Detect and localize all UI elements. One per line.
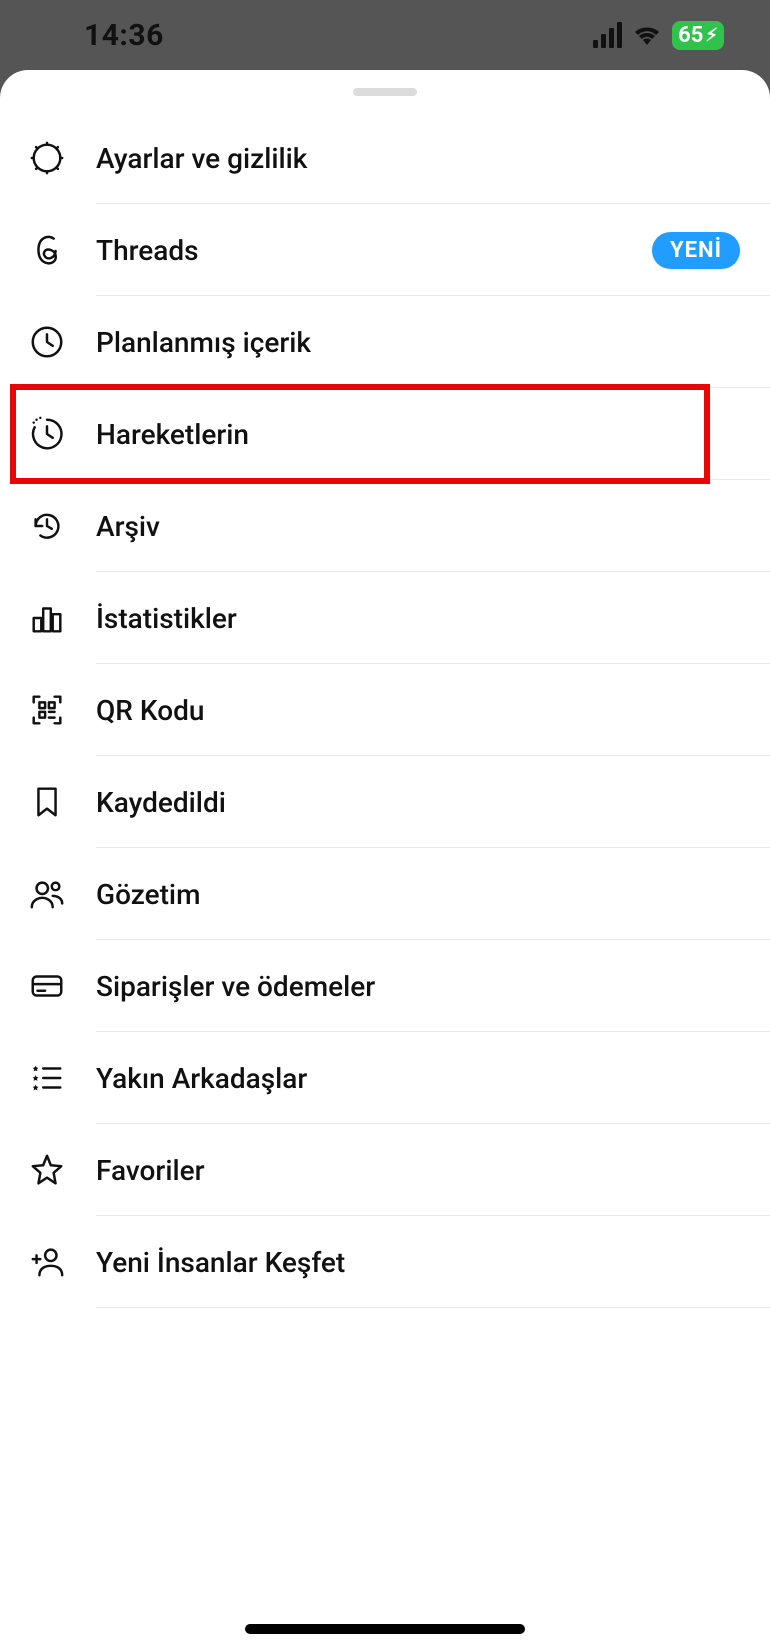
sheet-grabber[interactable] (353, 88, 417, 96)
menu-item-archive[interactable]: Arşiv (28, 480, 770, 572)
menu-item-label: Favoriler (96, 1154, 205, 1187)
charging-bolt-icon: ⚡︎ (705, 25, 718, 46)
menu-item-discover[interactable]: Yeni İnsanlar Keşfet (28, 1216, 770, 1308)
menu-item-label: Gözetim (96, 878, 200, 911)
separator (96, 1307, 770, 1308)
history-icon (28, 507, 96, 545)
menu-item-threads[interactable]: Threads YENİ (28, 204, 770, 296)
battery-percent: 65 (678, 23, 703, 48)
bookmark-icon (28, 783, 96, 821)
menu-sheet: Ayarlar ve gizlilik Threads YENİ Planlanmış… (0, 70, 770, 1650)
menu-item-label: Hareketlerin (96, 418, 249, 451)
menu-item-qr[interactable]: QR Kodu (28, 664, 770, 756)
status-icons: 65⚡︎ (593, 21, 724, 50)
menu-item-activity[interactable]: Hareketlerin (28, 388, 770, 480)
person-add-icon (28, 1243, 96, 1281)
menu-item-label: Kaydedildi (96, 786, 226, 819)
wifi-icon (632, 23, 662, 47)
people-icon (28, 875, 96, 913)
menu-item-label: İstatistikler (96, 602, 237, 635)
qr-icon (28, 691, 96, 729)
star-list-icon (28, 1059, 96, 1097)
menu-item-favorites[interactable]: Favoriler (28, 1124, 770, 1216)
menu-item-label: QR Kodu (96, 694, 204, 727)
activity-clock-icon (28, 415, 96, 453)
menu-item-insights[interactable]: İstatistikler (28, 572, 770, 664)
menu-list: Ayarlar ve gizlilik Threads YENİ Planlanmış… (0, 112, 770, 1308)
clock-icon (28, 323, 96, 361)
home-indicator[interactable] (245, 1624, 525, 1634)
status-time: 14:36 (84, 18, 164, 53)
threads-icon (28, 231, 96, 269)
menu-item-label: Planlanmış içerik (96, 326, 311, 359)
card-icon (28, 967, 96, 1005)
menu-item-settings[interactable]: Ayarlar ve gizlilik (28, 112, 770, 204)
status-bar: 14:36 65⚡︎ (0, 0, 770, 70)
star-icon (28, 1151, 96, 1189)
gear-icon (28, 139, 96, 177)
cellular-signal-icon (593, 22, 622, 48)
menu-item-label: Yeni İnsanlar Keşfet (96, 1246, 345, 1279)
menu-item-orders[interactable]: Siparişler ve ödemeler (28, 940, 770, 1032)
menu-item-label: Ayarlar ve gizlilik (96, 142, 307, 175)
menu-item-close-friends[interactable]: Yakın Arkadaşlar (28, 1032, 770, 1124)
menu-item-label: Arşiv (96, 510, 160, 543)
battery-indicator: 65⚡︎ (672, 21, 724, 50)
menu-item-label: Yakın Arkadaşlar (96, 1062, 307, 1095)
menu-item-scheduled[interactable]: Planlanmış içerik (28, 296, 770, 388)
bar-chart-icon (28, 599, 96, 637)
new-badge: YENİ (652, 232, 740, 269)
menu-item-label: Siparişler ve ödemeler (96, 970, 375, 1003)
menu-item-saved[interactable]: Kaydedildi (28, 756, 770, 848)
menu-item-label: Threads (96, 234, 199, 267)
menu-item-supervision[interactable]: Gözetim (28, 848, 770, 940)
